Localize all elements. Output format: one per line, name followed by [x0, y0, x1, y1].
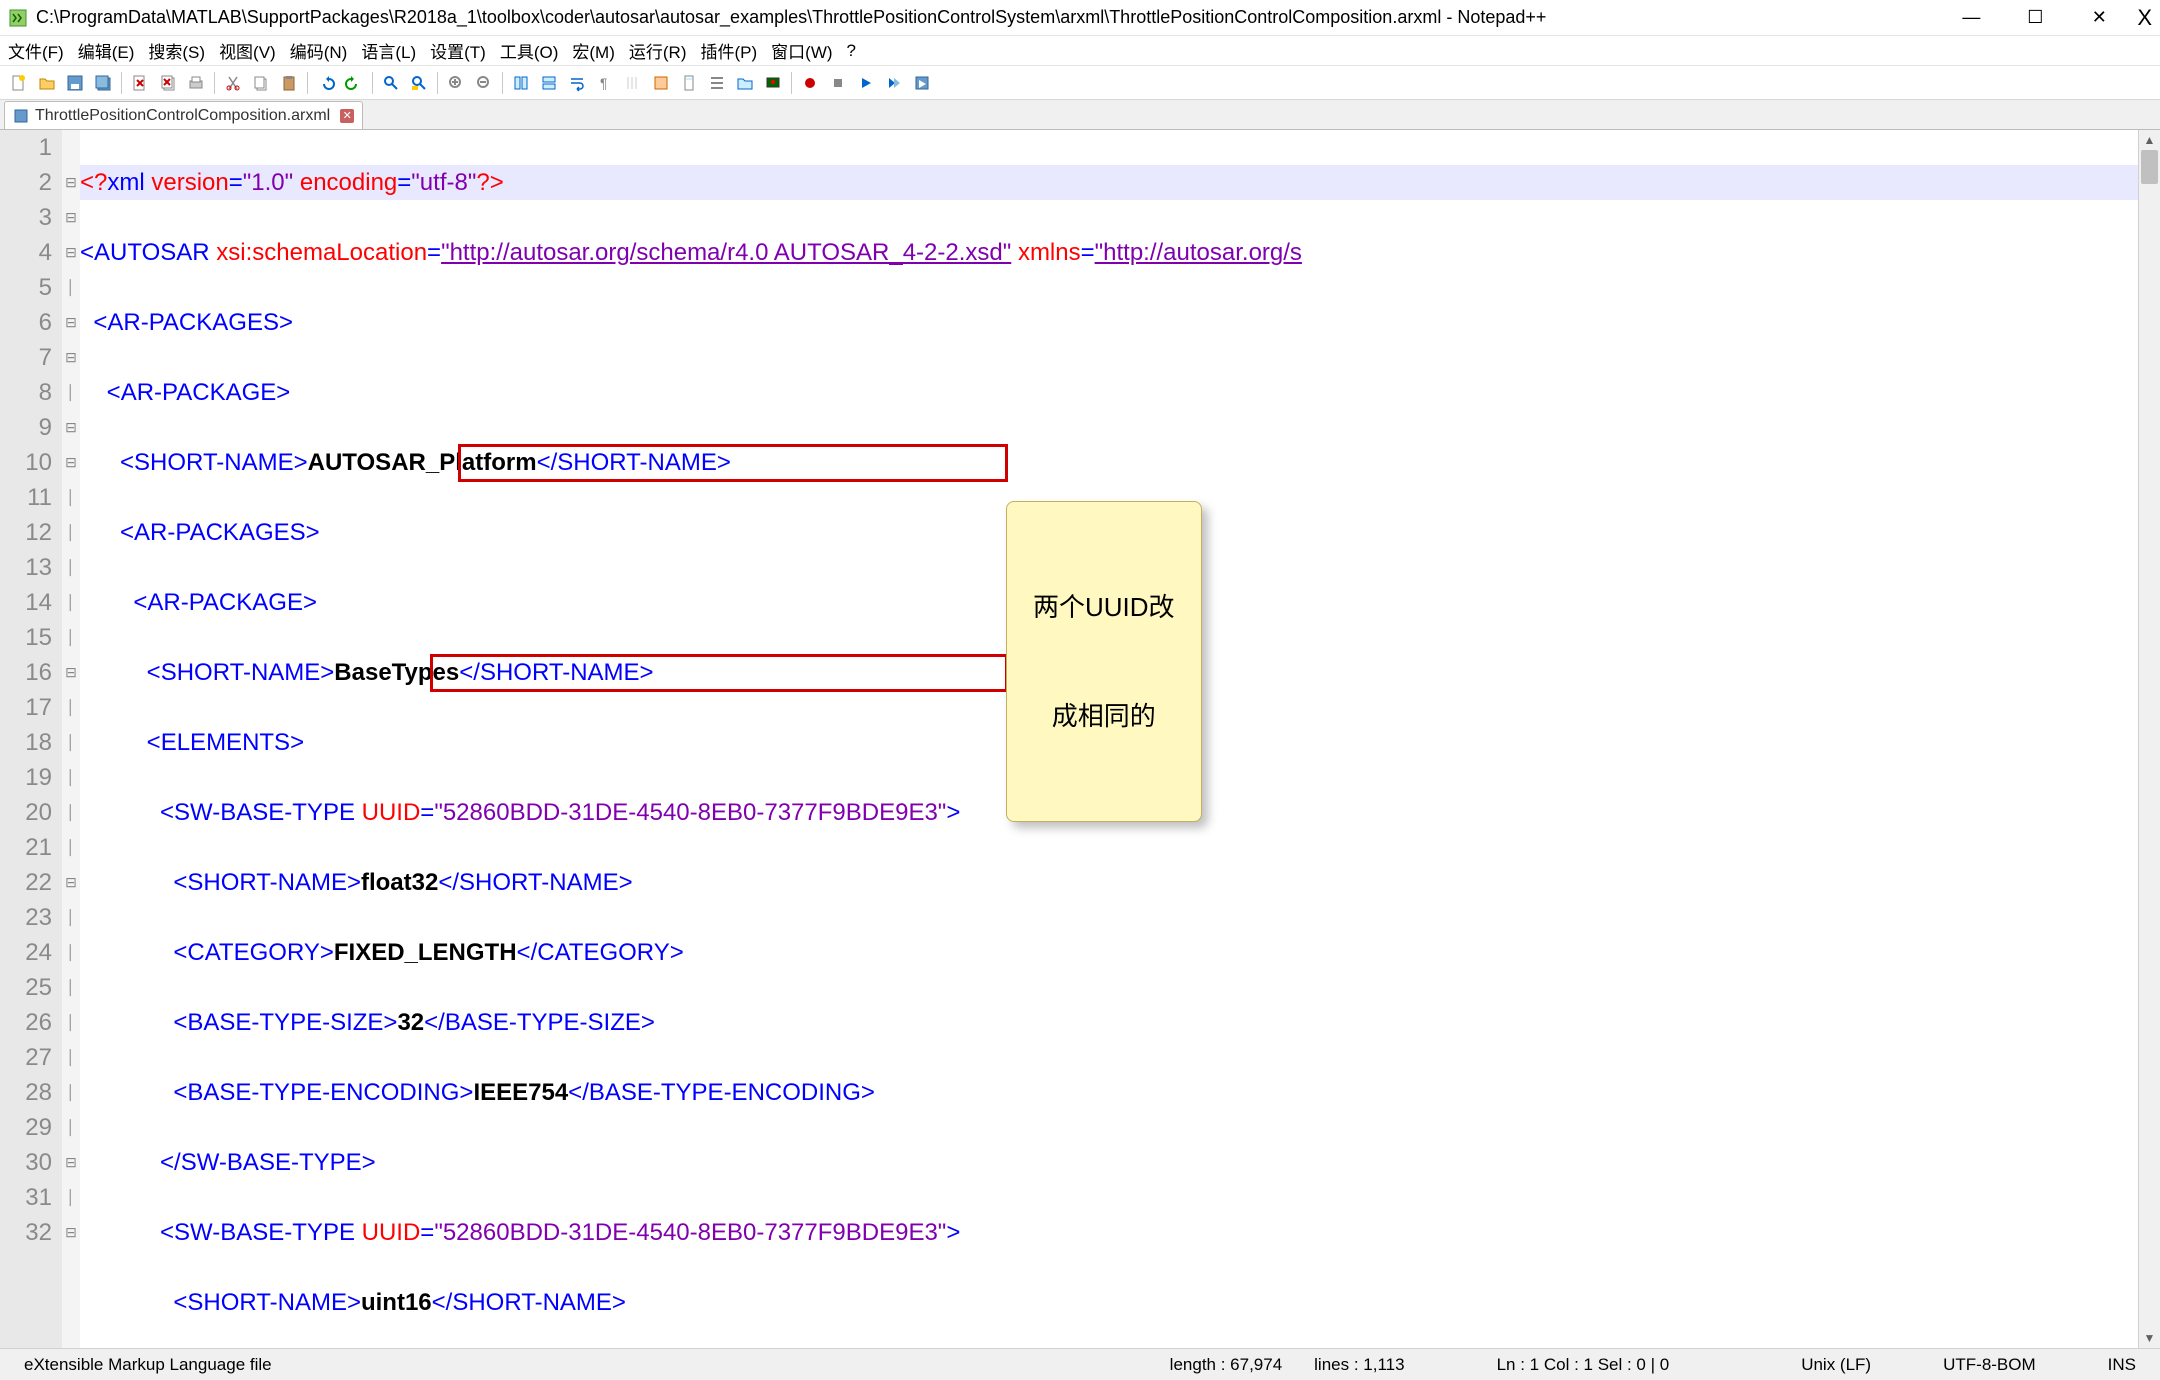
scroll-down-icon[interactable]: ▼ — [2139, 1328, 2160, 1348]
copy-icon[interactable] — [248, 70, 274, 96]
status-mode: INS — [2092, 1355, 2152, 1375]
menu-tools[interactable]: 工具(O) — [500, 38, 559, 63]
annotation-callout: 两个UUID改 成相同的 — [1006, 501, 1202, 822]
paste-icon[interactable] — [276, 70, 302, 96]
menu-run[interactable]: 运行(R) — [629, 38, 687, 63]
minimize-button[interactable]: — — [1957, 7, 1985, 28]
status-encoding: UTF-8-BOM — [1927, 1355, 2052, 1375]
menu-help[interactable]: ? — [847, 41, 856, 61]
print-icon[interactable] — [183, 70, 209, 96]
status-length: length : 67,974 — [1154, 1355, 1298, 1375]
cut-icon[interactable] — [220, 70, 246, 96]
menu-window[interactable]: 窗口(W) — [771, 38, 832, 63]
vertical-scrollbar[interactable]: ▲ ▼ — [2138, 130, 2160, 1348]
play-multi-icon[interactable] — [881, 70, 907, 96]
status-bar: eXtensible Markup Language file length :… — [0, 1348, 2160, 1380]
indent-guide-icon[interactable] — [620, 70, 646, 96]
scroll-up-icon[interactable]: ▲ — [2139, 130, 2160, 150]
status-position: Ln : 1 Col : 1 Sel : 0 | 0 — [1481, 1355, 1686, 1375]
menu-search[interactable]: 搜索(S) — [148, 38, 205, 63]
menu-file[interactable]: 文件(F) — [8, 38, 64, 63]
undo-icon[interactable] — [313, 70, 339, 96]
monitor-icon[interactable] — [760, 70, 786, 96]
wordwrap-icon[interactable] — [564, 70, 590, 96]
sync-vscroll-icon[interactable] — [508, 70, 534, 96]
annotation-box-2 — [430, 654, 1008, 692]
udl-icon[interactable] — [648, 70, 674, 96]
file-tab-icon — [13, 108, 29, 124]
fold-column[interactable]: ⊟⊟⊟│⊟⊟│⊟⊟│││││⊟│││││⊟│││││││⊟│⊟ — [62, 130, 80, 1348]
menu-settings[interactable]: 设置(T) — [430, 38, 486, 63]
folder-workspace-icon[interactable] — [732, 70, 758, 96]
tab-bar: ThrottlePositionControlComposition.arxml… — [0, 100, 2160, 130]
file-tab[interactable]: ThrottlePositionControlComposition.arxml… — [4, 101, 363, 129]
line-number-gutter: 1234567891011121314151617181920212223242… — [0, 130, 62, 1348]
find-icon[interactable] — [378, 70, 404, 96]
play-macro-icon[interactable] — [853, 70, 879, 96]
save-macro-icon[interactable] — [909, 70, 935, 96]
menu-view[interactable]: 视图(V) — [219, 38, 276, 63]
close-button[interactable]: ✕ — [2085, 7, 2113, 28]
maximize-button[interactable]: ☐ — [2021, 7, 2049, 28]
show-all-chars-icon[interactable]: ¶ — [592, 70, 618, 96]
doc-map-icon[interactable] — [676, 70, 702, 96]
annotation-box-1 — [458, 444, 1008, 482]
titlebar: C:\ProgramData\MATLAB\SupportPackages\R2… — [0, 0, 2160, 36]
svg-text:¶: ¶ — [600, 75, 608, 91]
toolbar: ¶ — [0, 66, 2160, 100]
app-icon — [8, 8, 28, 28]
scrollbar-thumb[interactable] — [2141, 150, 2158, 184]
func-list-icon[interactable] — [704, 70, 730, 96]
save-icon[interactable] — [62, 70, 88, 96]
menu-encoding[interactable]: 编码(N) — [290, 38, 348, 63]
sync-hscroll-icon[interactable] — [536, 70, 562, 96]
window-title: C:\ProgramData\MATLAB\SupportPackages\R2… — [36, 7, 1945, 28]
status-lines: lines : 1,113 — [1298, 1355, 1420, 1375]
zoom-in-icon[interactable] — [443, 70, 469, 96]
editor[interactable]: 1234567891011121314151617181920212223242… — [0, 130, 2160, 1348]
close-all-icon[interactable] — [155, 70, 181, 96]
menu-plugins[interactable]: 插件(P) — [700, 38, 757, 63]
menubar: 文件(F) 编辑(E) 搜索(S) 视图(V) 编码(N) 语言(L) 设置(T… — [0, 36, 2160, 66]
record-macro-icon[interactable] — [797, 70, 823, 96]
file-tab-label: ThrottlePositionControlComposition.arxml — [35, 107, 330, 125]
status-eol: Unix (LF) — [1785, 1355, 1887, 1375]
window-controls: — ☐ ✕ — [1957, 7, 2113, 28]
save-all-icon[interactable] — [90, 70, 116, 96]
menu-edit[interactable]: 编辑(E) — [78, 38, 135, 63]
open-file-icon[interactable] — [34, 70, 60, 96]
replace-icon[interactable] — [406, 70, 432, 96]
outer-close[interactable]: X — [2137, 5, 2152, 31]
menu-macro[interactable]: 宏(M) — [572, 38, 614, 63]
code-area[interactable]: <?xml version="1.0" encoding="utf-8"?> <… — [80, 130, 2138, 1348]
stop-macro-icon[interactable] — [825, 70, 851, 96]
zoom-out-icon[interactable] — [471, 70, 497, 96]
menu-language[interactable]: 语言(L) — [361, 38, 416, 63]
tab-close-icon[interactable]: ✕ — [340, 109, 354, 123]
close-file-icon[interactable] — [127, 70, 153, 96]
new-file-icon[interactable] — [6, 70, 32, 96]
status-language: eXtensible Markup Language file — [8, 1355, 288, 1375]
redo-icon[interactable] — [341, 70, 367, 96]
